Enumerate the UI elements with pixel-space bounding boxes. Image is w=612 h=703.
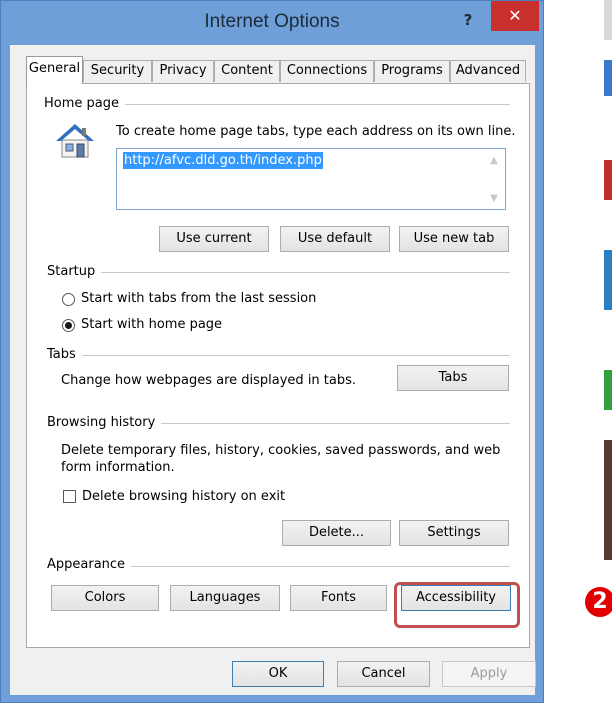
history-settings-button[interactable]: Settings (399, 520, 509, 546)
tab-connections[interactable]: Connections (280, 60, 374, 82)
appearance-group-title: Appearance (47, 557, 132, 572)
startup-home-page-label[interactable]: Start with home page (81, 317, 222, 332)
use-new-tab-button[interactable]: Use new tab (399, 226, 509, 252)
home-page-description: To create home page tabs, type each addr… (116, 124, 516, 139)
startup-last-session-label[interactable]: Start with tabs from the last session (81, 291, 316, 306)
apply-button[interactable]: Apply (442, 661, 536, 687)
tab-security[interactable]: Security (83, 60, 152, 82)
home-page-url-value: http://afvc.dld.go.th/index.php (123, 152, 323, 169)
browsing-history-group-title: Browsing history (47, 415, 162, 430)
scroll-up-icon[interactable]: ▲ (489, 155, 499, 166)
step-number-badge: 2 (585, 587, 612, 617)
tabs-settings-button[interactable]: Tabs (397, 365, 509, 391)
tabs-group-title: Tabs (47, 347, 82, 362)
tab-programs[interactable]: Programs (374, 60, 450, 82)
startup-group-title: Startup (47, 264, 102, 279)
close-button[interactable]: ✕ (491, 1, 539, 31)
title-bar[interactable]: Internet Options ? ✕ (1, 1, 543, 45)
use-current-button[interactable]: Use current (159, 226, 269, 252)
tab-privacy[interactable]: Privacy (152, 60, 214, 82)
tab-content[interactable]: Content (214, 60, 280, 82)
browsing-history-description-line2: form information. (61, 460, 175, 475)
startup-group-line (47, 272, 510, 273)
tab-general[interactable]: General (26, 56, 83, 84)
accessibility-highlight-box (394, 582, 520, 628)
home-page-group-title: Home page (44, 96, 125, 111)
browsing-history-description-line1: Delete temporary files, history, cookies… (61, 443, 501, 458)
colors-button[interactable]: Colors (51, 585, 159, 611)
use-default-button[interactable]: Use default (280, 226, 390, 252)
ok-button[interactable]: OK (232, 661, 324, 687)
house-icon (54, 122, 96, 160)
tab-advanced[interactable]: Advanced (450, 60, 526, 82)
help-button[interactable]: ? (453, 9, 483, 31)
languages-button[interactable]: Languages (170, 585, 280, 611)
home-page-url-textarea[interactable]: http://afvc.dld.go.th/index.php ▲ ▼ (116, 148, 506, 210)
startup-last-session-radio[interactable] (62, 293, 75, 306)
cancel-button[interactable]: Cancel (337, 661, 430, 687)
delete-on-exit-checkbox[interactable] (63, 490, 76, 503)
tabs-description: Change how webpages are displayed in tab… (61, 373, 357, 388)
fonts-button[interactable]: Fonts (290, 585, 387, 611)
tabs-group-line (47, 355, 510, 356)
scroll-down-icon[interactable]: ▼ (489, 193, 499, 204)
delete-history-button[interactable]: Delete... (282, 520, 391, 546)
startup-home-page-radio[interactable] (62, 319, 75, 332)
delete-on-exit-label[interactable]: Delete browsing history on exit (82, 489, 285, 504)
